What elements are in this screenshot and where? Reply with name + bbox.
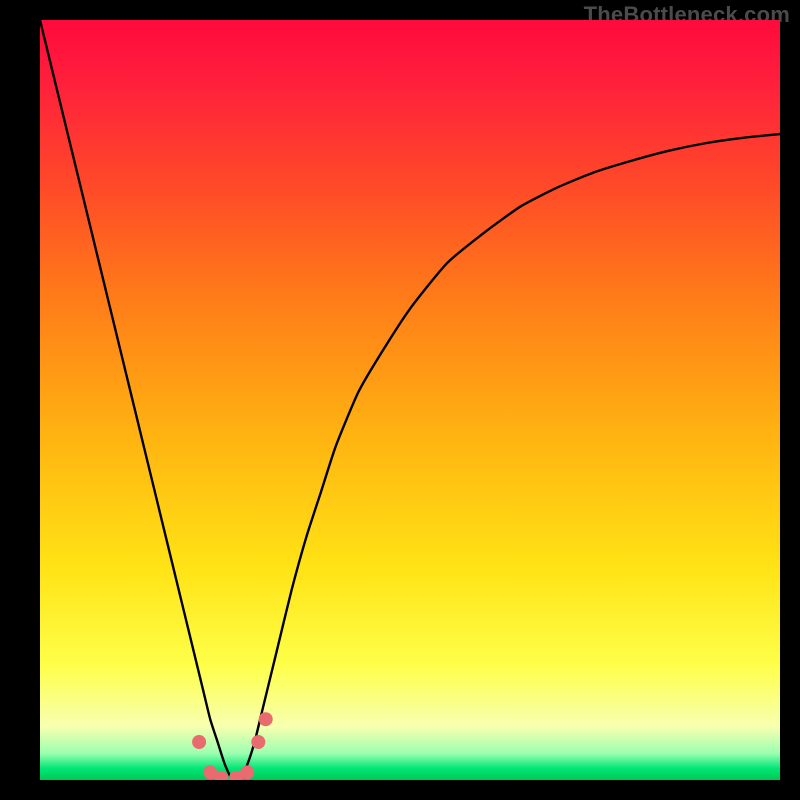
bottleneck-curve (40, 20, 780, 780)
marker-dot (240, 765, 254, 779)
marker-dot (192, 735, 206, 749)
marker-dot (251, 735, 265, 749)
marker-dot (259, 712, 273, 726)
bottom-markers (192, 712, 273, 780)
curve-layer (40, 20, 780, 780)
plot-area (40, 20, 780, 780)
chart-stage: TheBottleneck.com (0, 0, 800, 800)
